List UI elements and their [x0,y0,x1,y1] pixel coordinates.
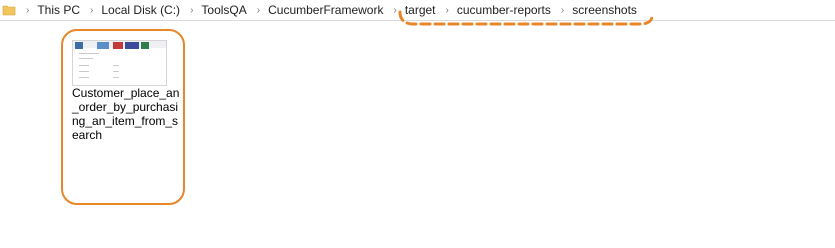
breadcrumb-item-cucumberframework[interactable]: CucumberFramework [268,2,383,18]
breadcrumb-item-target[interactable]: target [405,2,436,18]
file-name-label: Customer_place_an_order_by_purchasing_an… [72,86,180,142]
breadcrumb-item-cucumber-reports[interactable]: cucumber-reports [457,2,551,18]
chevron-right-icon[interactable]: › [393,5,396,16]
breadcrumb-item-screenshots[interactable]: screenshots [572,2,637,18]
file-item-highlight[interactable]: Customer_place_an_order_by_purchasing_an… [61,29,185,205]
chevron-right-icon[interactable]: › [257,5,260,16]
breadcrumb-item-toolsqa[interactable]: ToolsQA [201,2,246,18]
chevron-right-icon[interactable]: › [26,5,29,16]
folder-icon [2,3,16,17]
chevron-right-icon[interactable]: › [90,5,93,16]
breadcrumb: › This PC › Local Disk (C:) › ToolsQA › … [16,2,637,18]
breadcrumb-item-this-pc[interactable]: This PC [37,2,80,18]
chevron-right-icon[interactable]: › [190,5,193,16]
breadcrumb-item-local-disk[interactable]: Local Disk (C:) [101,2,180,18]
chevron-right-icon[interactable]: › [446,5,449,16]
chevron-right-icon[interactable]: › [561,5,564,16]
address-bar[interactable]: › This PC › Local Disk (C:) › ToolsQA › … [0,0,835,21]
screenshot-thumbnail[interactable] [72,40,167,86]
